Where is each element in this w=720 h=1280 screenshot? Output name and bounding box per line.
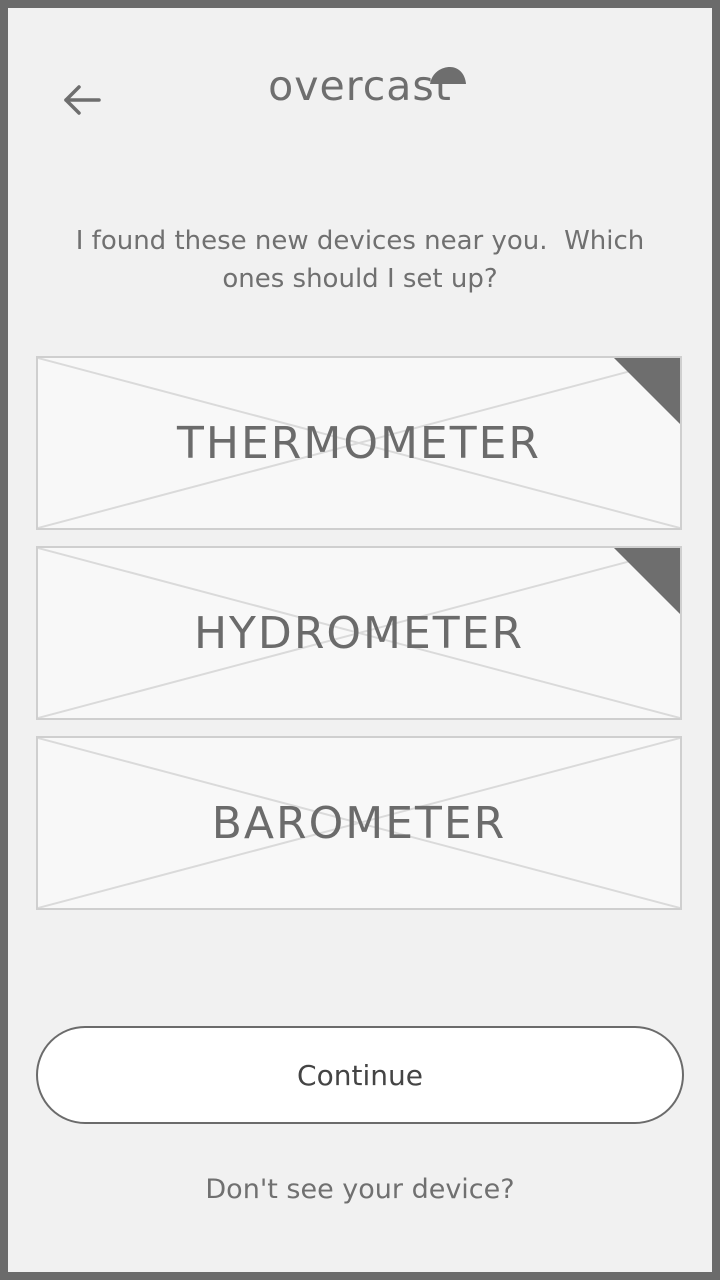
device-label: HYDROMETER — [193, 607, 525, 659]
device-card-thermometer[interactable]: THERMOMETER — [36, 356, 682, 530]
device-card-barometer[interactable]: BAROMETER — [36, 736, 682, 910]
continue-button[interactable]: Continue — [36, 1026, 684, 1124]
prompt-text: I found these new devices near you. Whic… — [75, 226, 653, 294]
app-logo: overcast — [8, 62, 712, 122]
device-list: THERMOMETER HYDROMETER BAROMETER — [36, 356, 684, 926]
device-card-hydrometer[interactable]: HYDROMETER — [36, 546, 682, 720]
device-help-link[interactable]: Don't see your device? — [8, 1174, 712, 1205]
umbrella-icon — [429, 67, 466, 84]
selected-corner-icon — [614, 548, 680, 614]
device-label: BAROMETER — [211, 797, 507, 849]
device-setup-screen: overcast I found these new devices near … — [8, 8, 712, 1272]
device-label: THERMOMETER — [177, 417, 541, 469]
selected-corner-icon — [614, 358, 680, 424]
logo-text: overcast — [268, 62, 452, 110]
